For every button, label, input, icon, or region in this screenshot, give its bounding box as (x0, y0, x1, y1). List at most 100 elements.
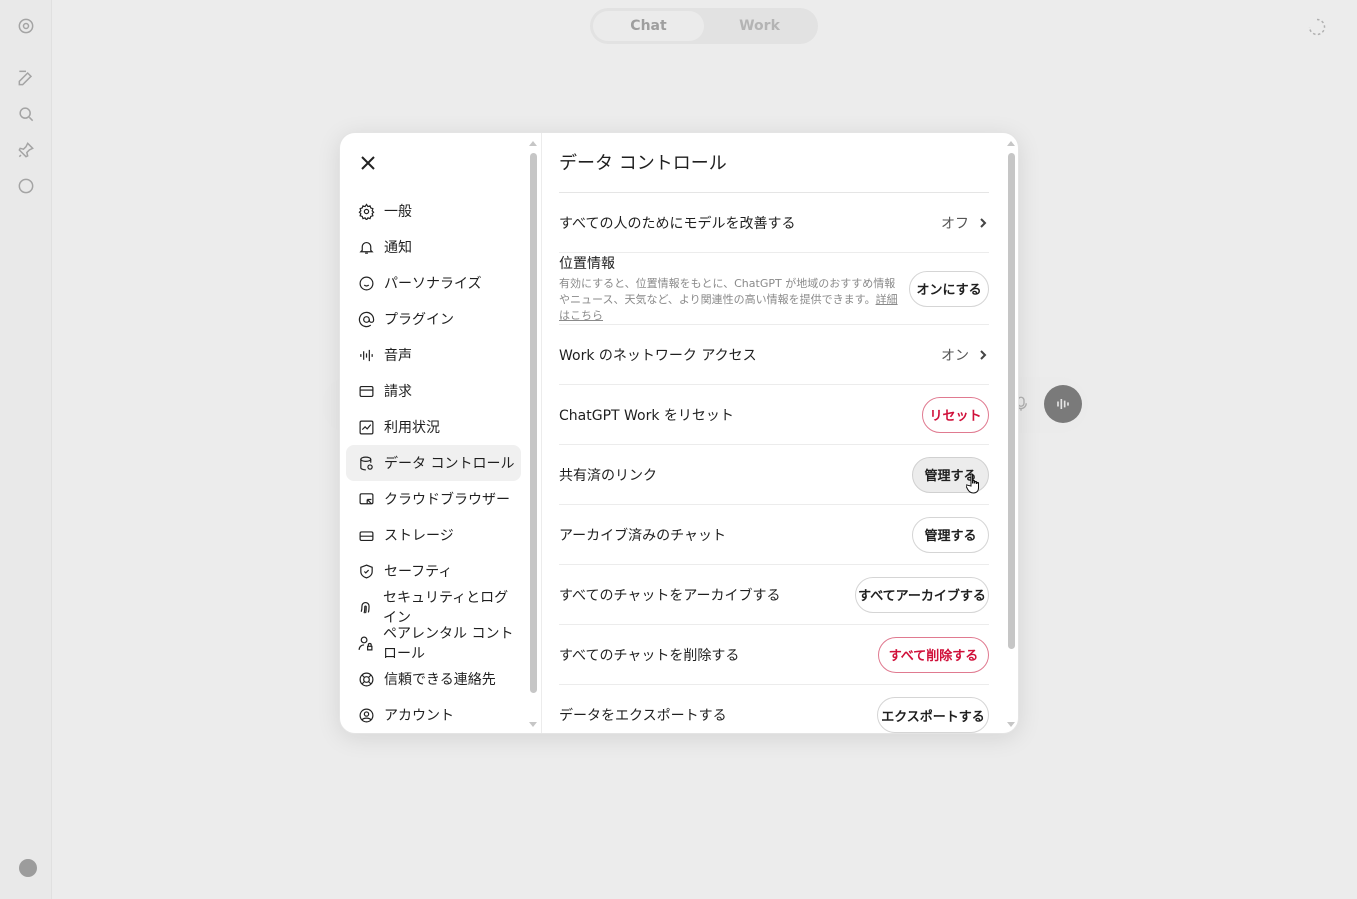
nav-item-safety[interactable]: セーフティ (346, 553, 521, 589)
loading-icon (1307, 17, 1327, 37)
delete-all-button[interactable]: すべて削除する (878, 636, 989, 673)
mode-switcher: Chat Work (590, 8, 818, 44)
gear-icon (357, 202, 375, 220)
scroll-down-arrow[interactable] (529, 722, 537, 727)
manage-archived-chats-button[interactable]: 管理する (912, 516, 989, 553)
nav-item-security-login[interactable]: セキュリティとログイン (346, 589, 521, 626)
nav-item-label: 一般 (384, 204, 412, 220)
row-label: データをエクスポートする (559, 708, 727, 724)
nav-item-label: アカウント (384, 708, 454, 724)
row-description: 有効にすると、位置情報をもとに、ChatGPT が地域のおすすめ情報やニュース、… (559, 277, 898, 322)
parental-icon (357, 634, 374, 652)
storage-icon (357, 526, 375, 544)
row-reset-work: ChatGPT Work をリセット リセット (559, 385, 989, 445)
settings-dialog: 一般 通知 パーソナライズ プラグイン 音声 請求 利用状況 データ コントロー… (339, 132, 1019, 734)
row-improve-model: すべての人のためにモデルを改善する オフ (559, 193, 989, 253)
scroll-thumb[interactable] (530, 153, 537, 693)
enable-location-button[interactable]: オンにする (909, 270, 989, 307)
chevron-right-icon (980, 349, 987, 360)
voice-mode-icon (1044, 385, 1082, 423)
nav-item-trusted-contacts[interactable]: 信頼できる連絡先 (346, 661, 521, 697)
nav-item-storage[interactable]: ストレージ (346, 517, 521, 553)
nav-item-plugins[interactable]: プラグイン (346, 301, 521, 337)
row-label: 共有済のリンク (559, 467, 657, 484)
nav-item-parental-controls[interactable]: ペアレンタル コントロール (346, 625, 521, 662)
credit-card-icon (357, 382, 375, 400)
left-rail (0, 0, 52, 899)
close-icon (361, 156, 375, 170)
close-button[interactable] (358, 153, 378, 173)
row-label: Work のネットワーク アクセス (559, 347, 757, 364)
settings-content: データ コントロール すべての人のためにモデルを改善する オフ 位置情報 有効に… (559, 133, 989, 733)
nav-item-personalize[interactable]: パーソナライズ (346, 265, 521, 301)
nav-item-label: セーフティ (384, 564, 453, 580)
nav-item-label: 請求 (384, 384, 412, 400)
network-access-toggle[interactable]: オン (941, 345, 989, 365)
app-logo-icon[interactable] (16, 16, 36, 36)
row-label: すべての人のためにモデルを改善する (559, 215, 796, 232)
avatar[interactable] (19, 859, 37, 877)
scroll-thumb[interactable] (1008, 153, 1015, 649)
improve-model-toggle[interactable]: オフ (941, 213, 989, 233)
waveform-icon (357, 346, 375, 364)
row-label: すべてのチャットをアーカイブする (559, 587, 781, 604)
tab-work[interactable]: Work (704, 11, 815, 41)
chart-icon (357, 418, 375, 436)
location-text: 位置情報 有効にすると、位置情報をもとに、ChatGPT が地域のおすすめ情報や… (559, 253, 899, 324)
nav-item-label: セキュリティとログイン (383, 590, 509, 626)
nav-item-usage[interactable]: 利用状況 (346, 409, 521, 445)
nav-item-label: 利用状況 (384, 420, 440, 436)
row-value: オン (941, 347, 969, 364)
nav-item-data-controls[interactable]: データ コントロール (346, 445, 521, 481)
row-archive-all: すべてのチャットをアーカイブする すべてアーカイブする (559, 565, 989, 625)
chevron-right-icon (980, 217, 987, 228)
row-label: ChatGPT Work をリセット (559, 407, 734, 424)
chat-bubble-icon[interactable] (16, 176, 36, 196)
reset-button[interactable]: リセット (922, 396, 989, 433)
nav-item-label: 音声 (384, 348, 412, 364)
nav-item-general[interactable]: 一般 (346, 193, 521, 229)
bell-icon (357, 238, 375, 256)
nav-item-label: ストレージ (384, 528, 454, 544)
archive-all-button[interactable]: すべてアーカイブする (855, 576, 989, 613)
database-icon (357, 454, 375, 472)
scroll-up-arrow[interactable] (1007, 141, 1015, 146)
nav-item-label: 通知 (384, 240, 412, 256)
row-delete-all: すべてのチャットを削除する すべて削除する (559, 625, 989, 685)
row-archived-chats: アーカイブ済みのチャット 管理する (559, 505, 989, 565)
nav-item-label: 信頼できる連絡先 (384, 672, 496, 688)
settings-nav-list: 一般 通知 パーソナライズ プラグイン 音声 請求 利用状況 データ コントロー… (346, 193, 521, 733)
page-title: データ コントロール (559, 153, 727, 174)
nav-item-cloud-browser[interactable]: クラウドブラウザー (346, 481, 521, 517)
nav-item-billing[interactable]: 請求 (346, 373, 521, 409)
search-icon[interactable] (16, 104, 36, 124)
pin-icon[interactable] (16, 140, 36, 160)
new-chat-icon[interactable] (16, 68, 36, 88)
settings-nav: 一般 通知 パーソナライズ プラグイン 音声 請求 利用状況 データ コントロー… (340, 133, 542, 733)
nav-item-voice[interactable]: 音声 (346, 337, 521, 373)
export-button[interactable]: エクスポートする (877, 697, 989, 733)
nav-item-account[interactable]: アカウント (346, 697, 521, 733)
scroll-down-arrow[interactable] (1007, 722, 1015, 727)
account-icon (357, 706, 375, 724)
nav-item-label: プラグイン (384, 312, 454, 328)
tab-chat[interactable]: Chat (593, 11, 704, 41)
row-value: オフ (941, 215, 969, 232)
nav-item-label: ペアレンタル コントロール (383, 626, 514, 662)
at-sign-icon (357, 310, 375, 328)
nav-scrollbar[interactable] (528, 139, 538, 729)
nav-item-label: データ コントロール (384, 456, 515, 472)
row-label: アーカイブ済みのチャット (559, 527, 727, 544)
manage-shared-links-button[interactable]: 管理する (912, 456, 989, 493)
row-shared-links: 共有済のリンク 管理する (559, 445, 989, 505)
nav-item-notifications[interactable]: 通知 (346, 229, 521, 265)
lifebuoy-icon (357, 670, 375, 688)
content-scrollbar[interactable] (1006, 139, 1016, 729)
row-network-access: Work のネットワーク アクセス オン (559, 325, 989, 385)
shield-icon (357, 562, 375, 580)
row-export: データをエクスポートする エクスポートする (559, 685, 989, 733)
personalize-icon (357, 274, 375, 292)
scroll-up-arrow[interactable] (529, 141, 537, 146)
nav-item-label: クラウドブラウザー (384, 492, 510, 508)
row-label: すべてのチャットを削除する (559, 647, 740, 664)
